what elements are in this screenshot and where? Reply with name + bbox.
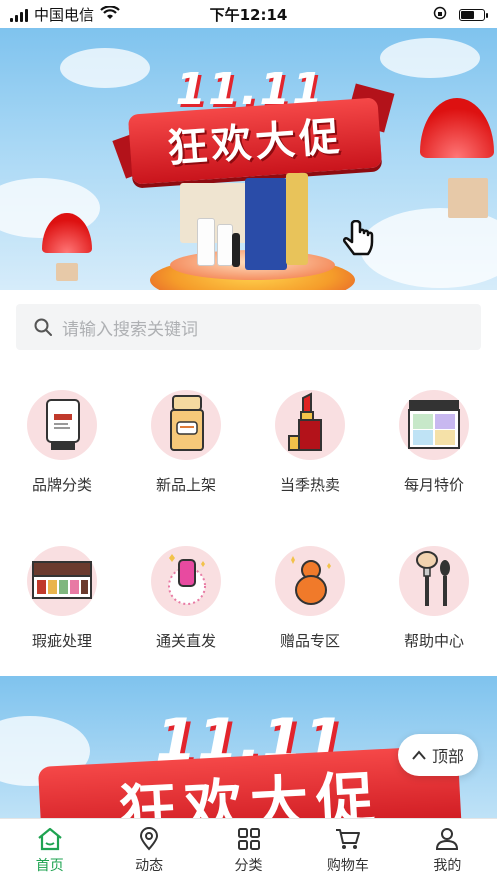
tab-label: 分类 bbox=[234, 858, 263, 874]
product-box bbox=[286, 173, 308, 265]
cart-icon bbox=[335, 829, 360, 849]
cream-jar-icon bbox=[151, 546, 221, 616]
grid-icon bbox=[237, 828, 260, 850]
orientation-lock-icon bbox=[433, 5, 447, 24]
back-to-top-button[interactable]: 顶部 bbox=[398, 734, 478, 776]
category-label: 品牌分类 bbox=[31, 476, 92, 494]
category-item-defect[interactable]: 瑕疵处理 bbox=[0, 546, 124, 651]
status-bar: 中国电信 下午12:14 bbox=[0, 0, 497, 28]
user-icon bbox=[436, 828, 459, 850]
category-item-help[interactable]: 帮助中心 bbox=[372, 546, 496, 651]
tab-profile[interactable]: 我的 bbox=[398, 819, 497, 884]
clock: 下午12:14 bbox=[209, 6, 288, 24]
palette-compact-icon bbox=[399, 390, 469, 460]
category-item-special[interactable]: 每月特价 bbox=[372, 390, 496, 495]
category-item-brand[interactable]: 品牌分类 bbox=[0, 390, 124, 495]
eyeshadow-palette-icon bbox=[27, 546, 97, 616]
search-icon bbox=[34, 318, 52, 336]
tab-label: 首页 bbox=[35, 858, 64, 874]
tab-label: 购物车 bbox=[326, 858, 369, 874]
product-bottle bbox=[217, 224, 233, 266]
chevron-up-icon bbox=[412, 750, 426, 760]
back-to-top-label: 顶部 bbox=[431, 747, 464, 766]
parachute-decoration bbox=[420, 98, 494, 218]
category-label: 通关直发 bbox=[155, 632, 216, 650]
category-label: 帮助中心 bbox=[403, 632, 464, 650]
product-bottle bbox=[197, 218, 215, 266]
bottom-tab-bar: 首页 动态 分类 购物车 我的 bbox=[0, 818, 497, 884]
category-label: 赠品专区 bbox=[279, 632, 340, 650]
category-item-customs[interactable]: 通关直发 bbox=[124, 546, 248, 651]
lotion-bottle-icon bbox=[151, 390, 221, 460]
parachute-decoration bbox=[42, 213, 92, 290]
promo-banner-carousel[interactable]: 11.11 狂欢大促 bbox=[0, 28, 497, 290]
tab-home[interactable]: 首页 bbox=[0, 819, 99, 884]
location-pin-icon bbox=[140, 827, 159, 851]
category-label: 新品上架 bbox=[155, 476, 216, 494]
makeup-brush-icon bbox=[399, 546, 469, 616]
category-item-hot[interactable]: 当季热卖 bbox=[248, 390, 372, 495]
category-item-gift[interactable]: 赠品专区 bbox=[248, 546, 372, 651]
gourd-sponge-icon bbox=[275, 546, 345, 616]
search-input[interactable]: 请输入搜索关键词 bbox=[62, 315, 198, 340]
tab-label: 动态 bbox=[135, 858, 164, 874]
tab-cart[interactable]: 购物车 bbox=[298, 819, 397, 884]
tab-category[interactable]: 分类 bbox=[199, 819, 298, 884]
tap-hand-icon bbox=[340, 219, 376, 260]
search-bar[interactable]: 请输入搜索关键词 bbox=[16, 304, 481, 350]
battery-icon bbox=[459, 8, 488, 21]
tab-label: 我的 bbox=[433, 858, 462, 874]
category-label: 瑕疵处理 bbox=[31, 632, 92, 650]
product-lipstick bbox=[232, 233, 240, 267]
category-item-new[interactable]: 新品上架 bbox=[124, 390, 248, 495]
category-label: 当季热卖 bbox=[279, 476, 340, 494]
tab-feed[interactable]: 动态 bbox=[99, 819, 198, 884]
lipstick-icon bbox=[275, 390, 345, 460]
sunscreen-tube-icon bbox=[27, 390, 97, 460]
home-icon bbox=[38, 827, 62, 851]
category-label: 每月特价 bbox=[403, 476, 464, 494]
product-box bbox=[245, 178, 287, 270]
